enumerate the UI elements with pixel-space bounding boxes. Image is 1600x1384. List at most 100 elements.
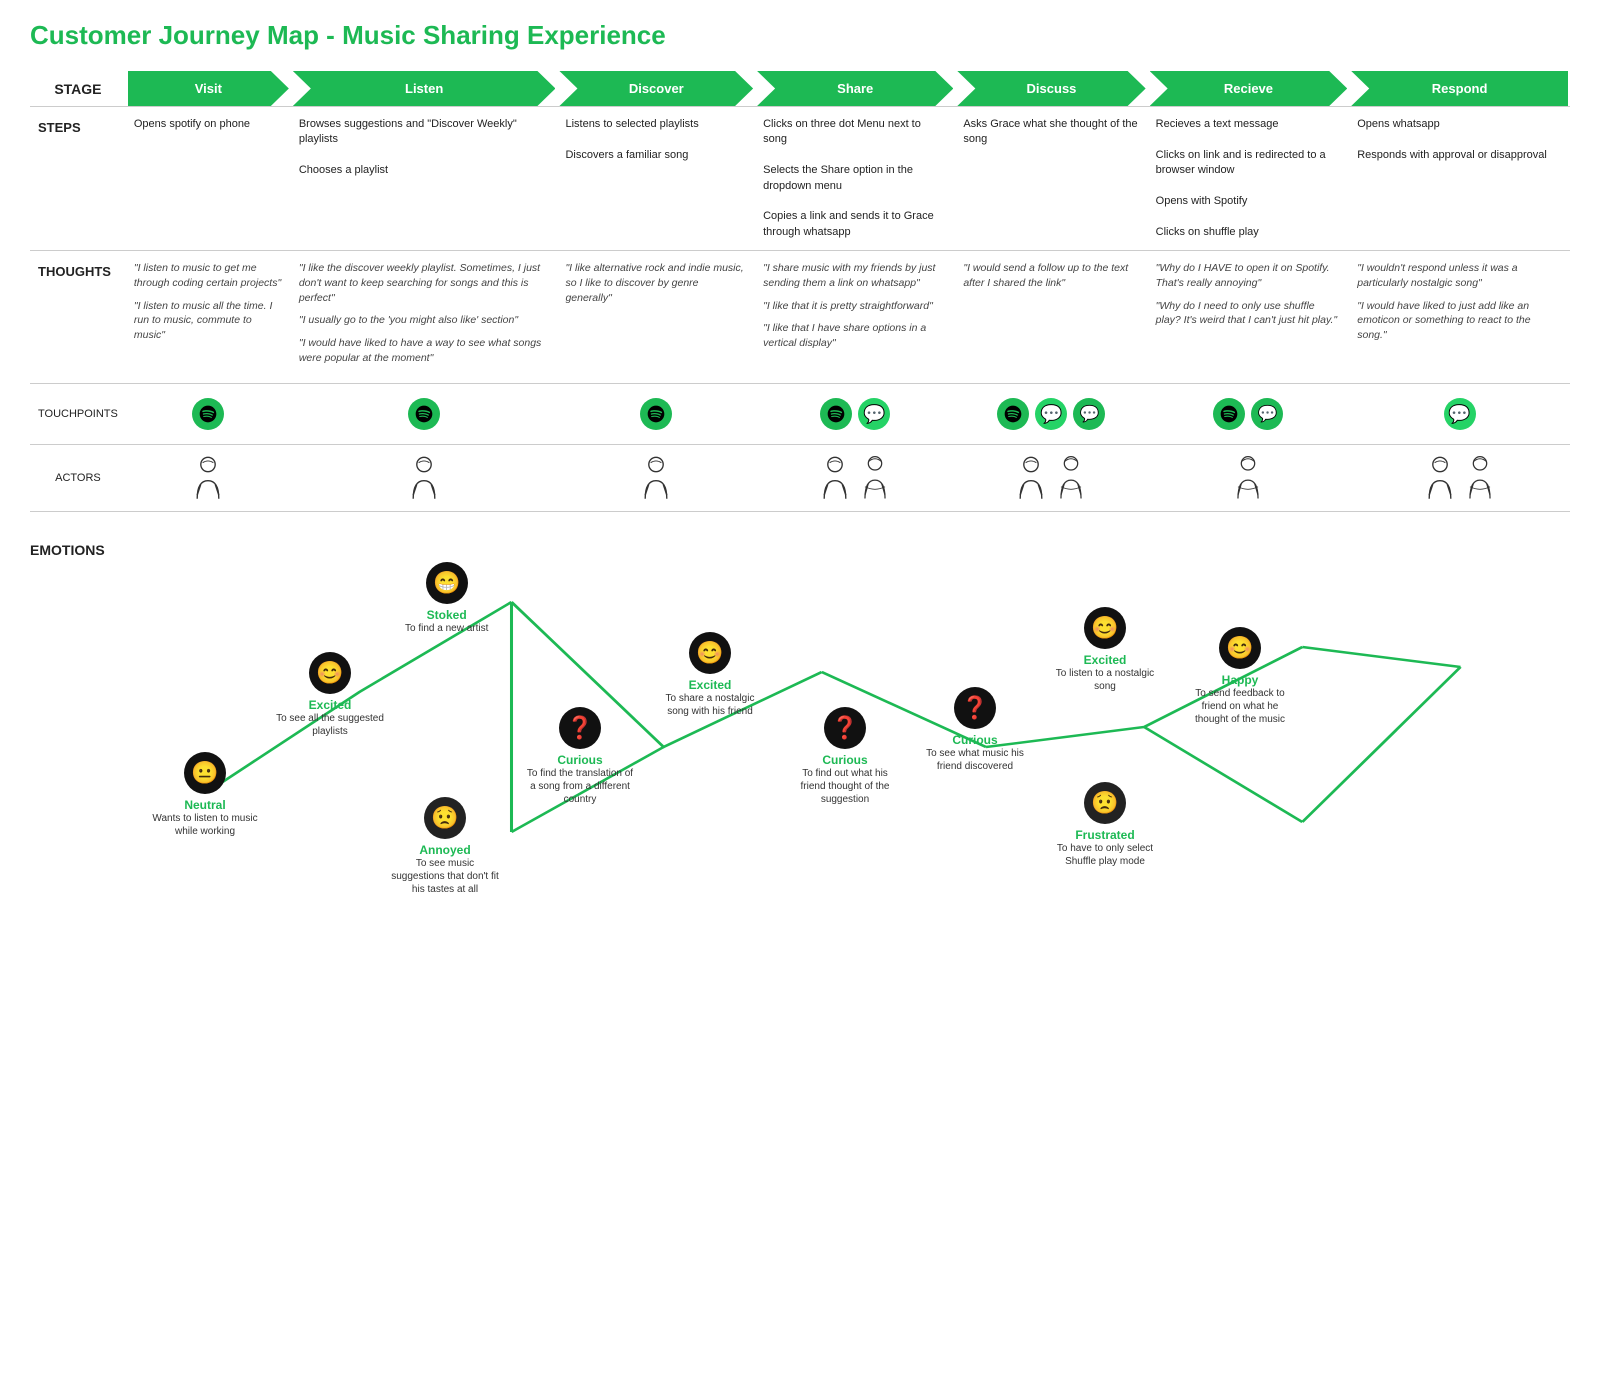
annoyed-name: Annoyed: [419, 843, 470, 857]
thoughts-discover: "I like alternative rock and indie music…: [557, 251, 755, 384]
emotion-frustrated: 😟 Frustrated To have to only select Shuf…: [1050, 782, 1160, 868]
excited-recieve-desc: To listen to a nostalgic song: [1050, 667, 1160, 693]
thoughts-share: "I share music with my friends by just s…: [755, 251, 955, 384]
steps-recieve: Recieves a text message Clicks on link a…: [1148, 107, 1350, 251]
emotions-content: 😐 Neutral Wants to listen to music while…: [110, 532, 1570, 912]
stage-arrow-discuss: Discuss: [957, 71, 1145, 106]
stage-discover: Discover: [557, 71, 755, 107]
thoughts-listen: "I like the discover weekly playlist. So…: [291, 251, 558, 384]
male-actor-icon: [638, 455, 674, 501]
emotion-excited-recieve: 😊 Excited To listen to a nostalgic song: [1050, 607, 1160, 693]
frustrated-desc: To have to only select Shuffle play mode: [1050, 842, 1160, 868]
steps-share: Clicks on three dot Menu next to song Se…: [755, 107, 955, 251]
whatsapp-icon: 💬: [1035, 398, 1067, 430]
messages-icon: 💬: [1251, 398, 1283, 430]
female-actor-icon: [857, 455, 893, 501]
stoked-desc: To find a new artist: [405, 622, 488, 635]
emotion-stoked: 😁 Stoked To find a new artist: [405, 562, 488, 635]
stage-share: Share: [755, 71, 955, 107]
stage-visit: Visit: [126, 71, 291, 107]
spotify-icon: [408, 398, 440, 430]
curious-recieve-desc: To see what music his friend discovered: [920, 747, 1030, 773]
emotion-excited-share: 😊 Excited To share a nostalgic song with…: [655, 632, 765, 718]
stage-section-label: STAGE: [30, 71, 126, 107]
steps-label: STEPS: [30, 107, 126, 251]
touchpoints-discuss: 💬 💬: [955, 384, 1147, 445]
spotify-icon: [192, 398, 224, 430]
frustrated-face: 😟: [1084, 782, 1126, 824]
thoughts-row: THOUGHTS "I listen to music to get me th…: [30, 251, 1570, 384]
neutral-face: 😐: [184, 752, 226, 794]
female-actor-icon: [1230, 455, 1266, 501]
steps-discuss: Asks Grace what she thought of the song: [955, 107, 1147, 251]
whatsapp-icon: 💬: [858, 398, 890, 430]
male-actor-icon: [1422, 455, 1458, 501]
stage-respond: Respond: [1349, 71, 1570, 107]
male-actor-icon: [817, 455, 853, 501]
male-actor-icon: [406, 455, 442, 501]
steps-visit: Opens spotify on phone: [126, 107, 291, 251]
excited-share-desc: To share a nostalgic song with his frien…: [655, 692, 765, 718]
actors-discuss: [955, 445, 1147, 512]
curious-discuss-desc: To find out what his friend thought of t…: [790, 767, 900, 806]
touchpoints-respond: 💬: [1349, 384, 1570, 445]
spotify-icon: [640, 398, 672, 430]
stage-arrow-discover: Discover: [559, 71, 753, 106]
curious-discuss-name: Curious: [822, 753, 867, 767]
actors-recieve: [1148, 445, 1350, 512]
steps-row: STEPS Opens spotify on phone Browses sug…: [30, 107, 1570, 251]
stage-discuss: Discuss: [955, 71, 1147, 107]
stage-arrow-visit: Visit: [128, 71, 289, 106]
actors-discover: [557, 445, 755, 512]
actors-share: [755, 445, 955, 512]
male-actor-icon: [1013, 455, 1049, 501]
excited-share-face: 😊: [689, 632, 731, 674]
emotion-curious-recieve: ❓ Curious To see what music his friend d…: [920, 687, 1030, 773]
stage-row: STAGE Visit Listen Discover Share Discus…: [30, 71, 1570, 107]
curious-discuss-face: ❓: [824, 707, 866, 749]
happy-face: 😊: [1219, 627, 1261, 669]
page-title: Customer Journey Map - Music Sharing Exp…: [30, 20, 1570, 51]
actors-visit: [126, 445, 291, 512]
spotify-icon: [997, 398, 1029, 430]
happy-name: Happy: [1222, 673, 1259, 687]
thoughts-label: THOUGHTS: [30, 251, 126, 384]
actors-label: ACTORS: [30, 445, 126, 512]
spotify-icon: [820, 398, 852, 430]
touchpoints-discover: [557, 384, 755, 445]
curious-recieve-face: ❓: [954, 687, 996, 729]
steps-discover: Listens to selected playlists Discovers …: [557, 107, 755, 251]
spotify-icon: [1213, 398, 1245, 430]
excited-listen-desc: To see all the suggested playlists: [275, 712, 385, 738]
touchpoints-listen: [291, 384, 558, 445]
actors-listen: [291, 445, 558, 512]
curious-recieve-name: Curious: [952, 733, 997, 747]
emotions-label: EMOTIONS: [30, 532, 110, 912]
touchpoints-recieve: 💬: [1148, 384, 1350, 445]
messages-icon: 💬: [1073, 398, 1105, 430]
stoked-name: Stoked: [427, 608, 467, 622]
stoked-face: 😁: [426, 562, 468, 604]
emotions-section: EMOTIONS 😐 Neutral: [30, 511, 1570, 912]
actors-respond: [1349, 445, 1570, 512]
stage-arrow-listen: Listen: [293, 71, 556, 106]
touchpoints-label: TOUCHPOINTS: [30, 384, 126, 445]
excited-recieve-name: Excited: [1084, 653, 1127, 667]
curious-share-face: ❓: [559, 707, 601, 749]
frustrated-name: Frustrated: [1075, 828, 1134, 842]
annoyed-face: 😟: [424, 797, 466, 839]
stage-recieve: Recieve: [1148, 71, 1350, 107]
actors-row: ACTORS: [30, 445, 1570, 512]
female-actor-icon: [1053, 455, 1089, 501]
excited-listen-face: 😊: [309, 652, 351, 694]
excited-listen-name: Excited: [309, 698, 352, 712]
happy-desc: To send feedback to friend on what he th…: [1185, 687, 1295, 726]
whatsapp-icon: 💬: [1444, 398, 1476, 430]
thoughts-visit: "I listen to music to get me through cod…: [126, 251, 291, 384]
emotion-curious-discuss: ❓ Curious To find out what his friend th…: [790, 707, 900, 806]
thoughts-recieve: "Why do I HAVE to open it on Spotify. Th…: [1148, 251, 1350, 384]
curious-share-desc: To find the translation of a song from a…: [525, 767, 635, 806]
annoyed-desc: To see music suggestions that don't fit …: [390, 857, 500, 896]
stage-listen: Listen: [291, 71, 558, 107]
journey-table: STAGE Visit Listen Discover Share Discus…: [30, 71, 1570, 511]
